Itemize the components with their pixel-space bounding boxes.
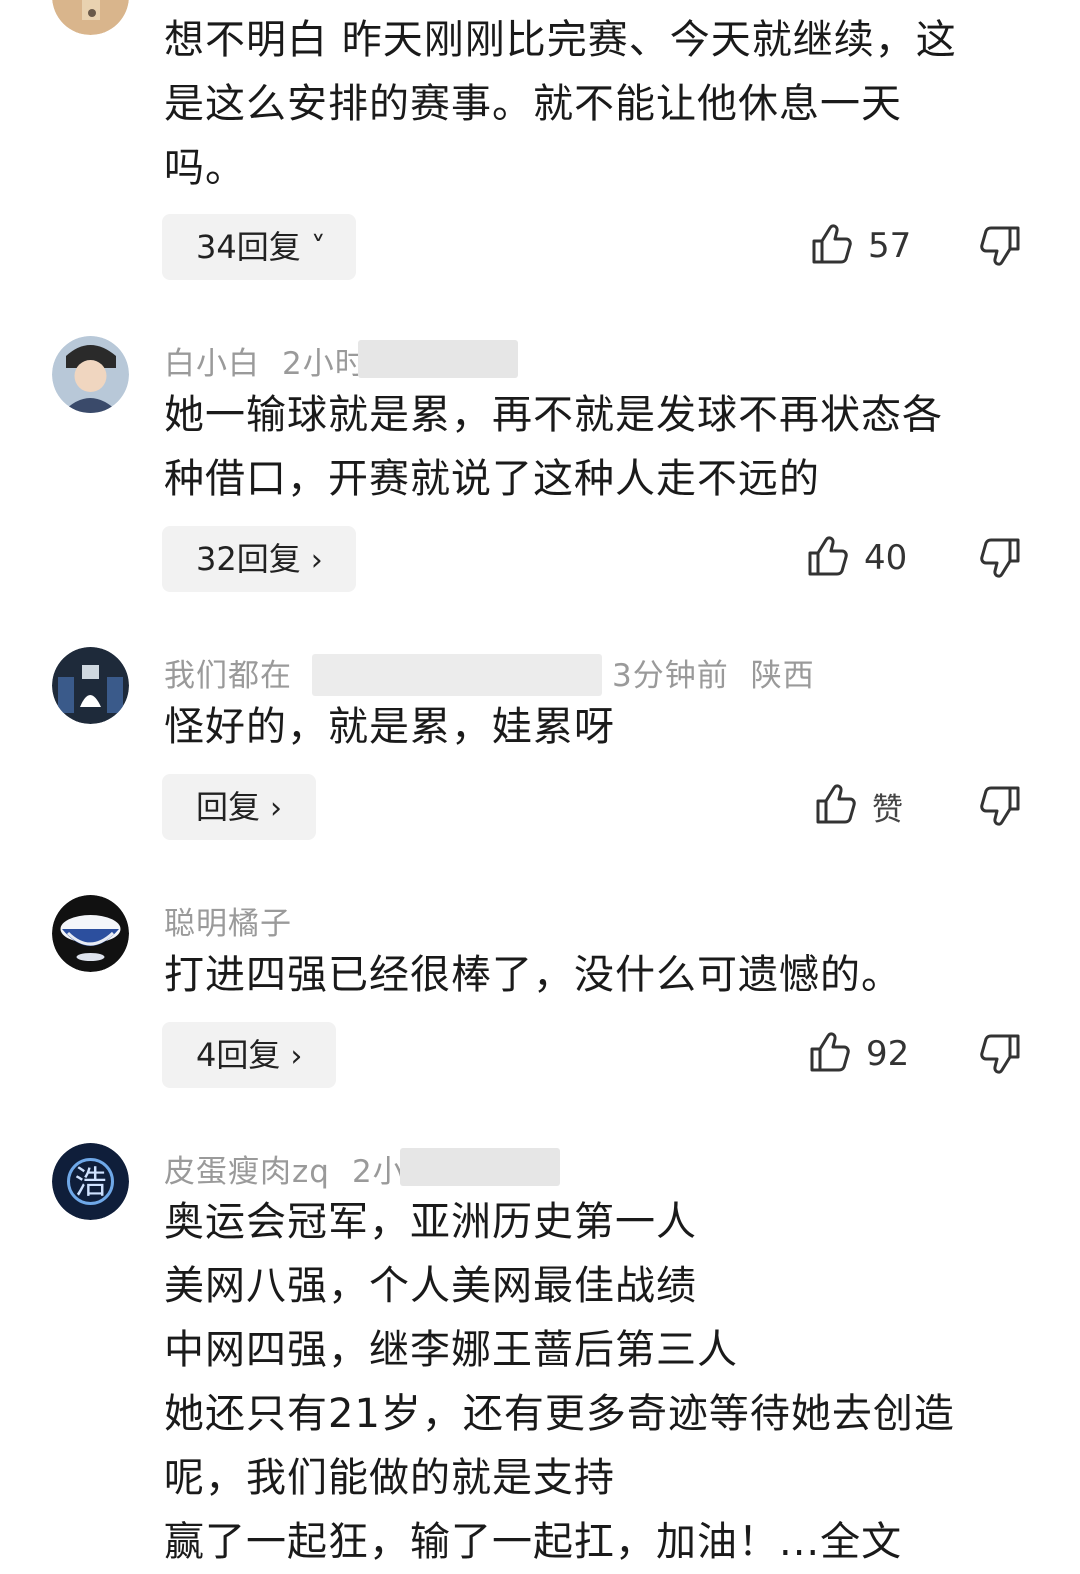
like-label: 赞: [872, 791, 903, 828]
chevron-right-icon: ›: [290, 1039, 303, 1074]
thumbs-down-icon[interactable]: [978, 224, 1022, 268]
thumbs-down-icon[interactable]: [978, 536, 1022, 580]
comment-text: 怪好的，就是累，娃累呀: [164, 704, 615, 750]
comment-text: 打进四强已经很棒了，没什么可遗憾的。: [164, 952, 902, 998]
like-button[interactable]: 40: [806, 528, 907, 588]
svg-text:浩: 浩: [74, 1163, 106, 1201]
thumbs-down-icon[interactable]: [978, 784, 1022, 828]
avatar[interactable]: 浩: [52, 1143, 129, 1220]
reply-button[interactable]: 4回复 ›: [162, 1022, 336, 1088]
username[interactable]: 白小白: [164, 346, 260, 382]
avatar[interactable]: [52, 0, 129, 35]
like-count: 40: [864, 538, 908, 578]
comment-text: 奥运会冠军，亚洲历史第一人 美网八强，个人美网最佳战绩 中网四强，继李娜王蔷后第…: [164, 1199, 955, 1565]
username[interactable]: 皮蛋瘦肉zq: [164, 1154, 330, 1190]
username[interactable]: 我们都在: [164, 658, 292, 694]
redaction-mask: [358, 340, 518, 378]
avatar[interactable]: [52, 336, 129, 413]
thumbs-up-icon: [808, 1030, 852, 1078]
comment-text: 她一输球就是累，再不就是发球不再状态各 种借口，开赛就说了这种人走不远的: [164, 392, 943, 502]
reply-button[interactable]: 回复 ›: [162, 774, 316, 840]
chevron-right-icon: ›: [270, 791, 283, 826]
thumbs-up-icon: [814, 782, 858, 830]
redaction-mask: [400, 1148, 560, 1186]
comment-text: 想不明白 昨天刚刚比完赛、今天就继续，这 是这么安排的赛事。就不能让他休息一天 …: [164, 17, 957, 191]
thumbs-down-icon[interactable]: [978, 1032, 1022, 1076]
thumbs-up-icon: [806, 534, 850, 582]
avatar[interactable]: [52, 895, 129, 972]
thumbs-up-icon: [810, 222, 854, 270]
like-button[interactable]: 赞: [814, 776, 903, 836]
comment-meta: 我们都在: [164, 650, 314, 695]
reply-button[interactable]: 34回复 ˅: [162, 214, 356, 280]
reply-button[interactable]: 32回复 ›: [162, 526, 356, 592]
chevron-right-icon: ›: [310, 543, 323, 578]
chevron-down-icon: ˅: [310, 231, 326, 266]
comment-meta-extra: 3分钟前 陕西: [612, 650, 837, 695]
comment-meta: 聪明橘子: [164, 898, 314, 943]
region: 陕西: [750, 658, 815, 694]
redaction-mask: [312, 654, 602, 696]
timestamp: 3分钟前: [612, 658, 729, 694]
username[interactable]: 聪明橘子: [164, 906, 292, 942]
like-count: 92: [866, 1034, 910, 1074]
like-button[interactable]: 92: [808, 1024, 909, 1084]
like-button[interactable]: 57: [810, 216, 911, 276]
like-count: 57: [868, 226, 912, 266]
avatar[interactable]: [52, 647, 129, 724]
